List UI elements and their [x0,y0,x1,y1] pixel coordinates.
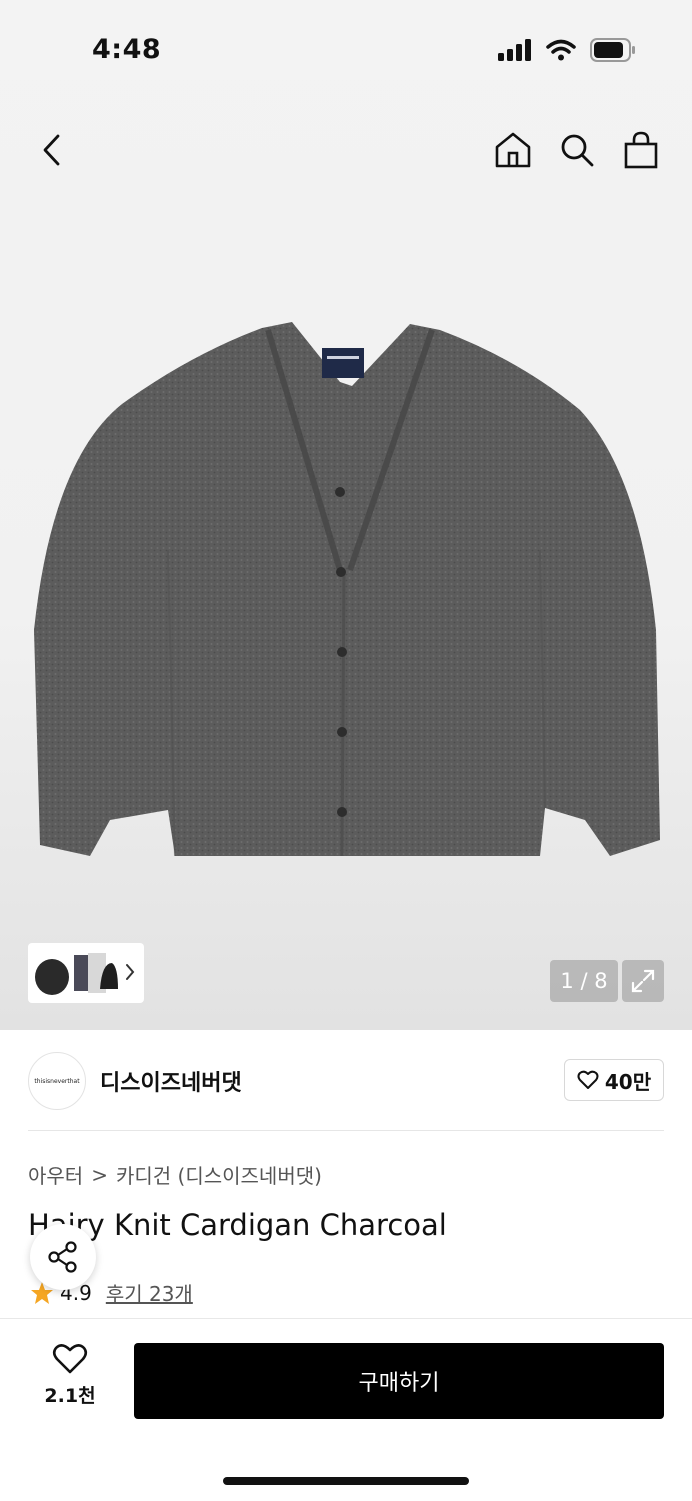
breadcrumb-separator: > [91,1162,108,1187]
breadcrumb-cardigan[interactable]: 카디건 (디스이즈네버댓) [116,1160,322,1189]
brand-name[interactable]: 디스이즈네버댓 [100,1065,242,1097]
shopping-bag-icon [624,131,658,169]
share-icon [48,1241,77,1273]
search-button[interactable] [558,126,596,174]
share-button[interactable] [30,1224,96,1290]
review-link[interactable]: 후기 23개 [106,1278,193,1307]
brand-favorite-button[interactable]: 40만 [564,1059,664,1101]
breadcrumb: 아우터 > 카디건 (디스이즈네버댓) [28,1160,322,1189]
chevron-left-icon [43,134,60,166]
wifi-icon [546,39,576,61]
home-icon [495,132,531,168]
product-image[interactable] [0,300,692,880]
like-count: 2.1천 [44,1385,96,1407]
battery-icon [590,38,635,62]
image-pager: 1 / 8 [550,960,618,1002]
expand-icon [631,969,655,993]
product-title: Hairy Knit Cardigan Charcoal [28,1208,447,1242]
status-time: 4:48 [92,34,162,65]
brand-logo[interactable]: thisisneverthat [28,1052,86,1110]
chevron-right-icon [126,964,135,980]
expand-button[interactable] [622,960,664,1002]
brand-row: thisisneverthat 디스이즈네버댓 40만 [28,1052,664,1110]
divider [28,1130,664,1131]
top-actions [494,126,660,174]
back-button[interactable] [32,128,72,172]
heart-icon [577,1070,599,1089]
home-button[interactable] [494,126,532,174]
cellular-signal-icon [498,39,531,61]
home-indicator [223,1477,469,1485]
status-icons [498,38,636,62]
bottom-action-bar: 2.1천 구매하기 [0,1318,692,1501]
product-gallery[interactable]: 4:48 1 / 8 [0,0,692,1030]
thumbnail-strip[interactable] [28,943,144,1003]
thumbnail-images [35,953,118,995]
breadcrumb-outer[interactable]: 아우터 [28,1160,83,1189]
heart-icon [52,1344,88,1374]
cart-button[interactable] [622,126,660,174]
like-button[interactable]: 2.1천 [40,1343,100,1423]
buy-button[interactable]: 구매하기 [134,1343,664,1419]
search-icon [561,134,594,167]
brand-favorite-count: 40만 [604,1069,652,1094]
